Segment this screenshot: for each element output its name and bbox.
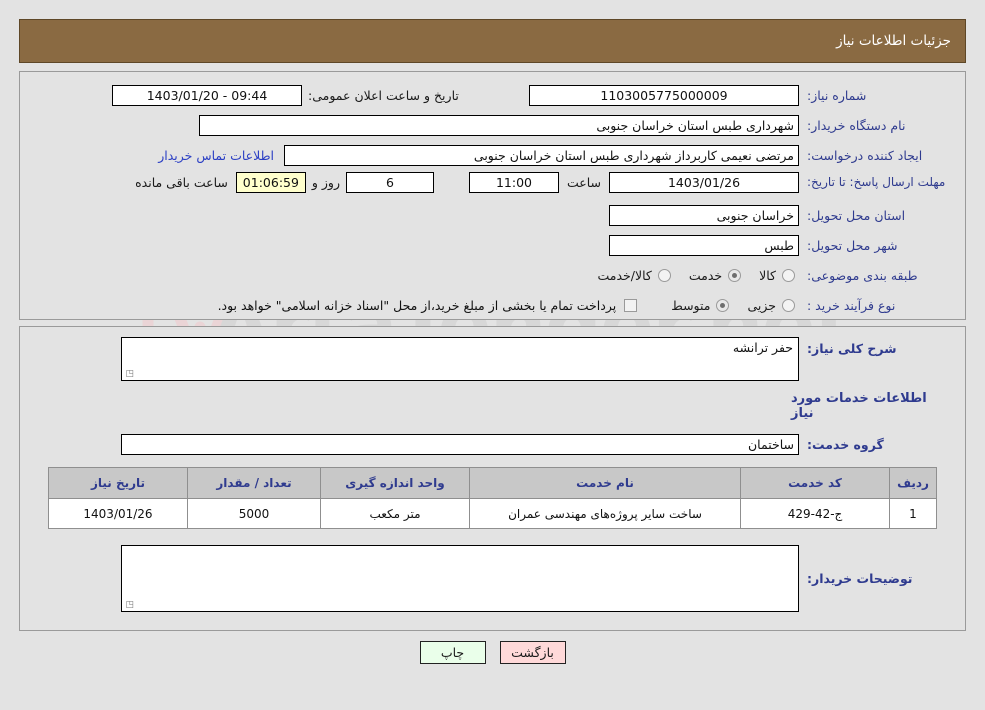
general-desc-label: شرح کلی نیاز:	[807, 341, 897, 356]
buyer-org-label: نام دستگاه خریدار:	[807, 117, 906, 133]
process-option-jozei-label: جزیی	[747, 297, 776, 313]
col-service-name: نام خدمت	[469, 467, 741, 499]
countdown-value: 01:06:59	[235, 172, 306, 193]
need-info-panel: شماره نیاز: 1103005775000009 تاریخ و ساع…	[19, 71, 966, 320]
announce-value: 09:44 - 1403/01/20	[112, 84, 302, 106]
creator-label: ایجاد کننده درخواست:	[807, 147, 923, 163]
deadline-date-value: 1403/01/26	[609, 172, 799, 193]
services-table-head: ردیف کد خدمت نام خدمت واحد اندازه گیری ت…	[48, 467, 937, 499]
table-header-row: ردیف کد خدمت نام خدمت واحد اندازه گیری ت…	[48, 467, 937, 499]
row-service-group: گروه خدمت: ساختمان	[20, 431, 965, 457]
creator-value: مرتضی نعیمی کاربرداز شهرداری طبس استان خ…	[284, 144, 799, 166]
radio-kala-khedmat-icon[interactable]	[657, 268, 671, 282]
radio-jozei-icon[interactable]	[782, 298, 795, 312]
countdown-label: ساعت باقی مانده	[135, 175, 228, 190]
resize-grip-icon-2[interactable]: ◳	[125, 601, 134, 610]
general-desc-value: حفر ترانشه	[732, 340, 793, 355]
row-deadline: مهلت ارسال پاسخ: تا تاریخ: 1403/01/26 سا…	[20, 172, 965, 198]
footer-button-bar: بازگشت چاپ	[0, 641, 985, 664]
row-buyer-notes: توضیحات خریدار: ◳	[20, 545, 965, 612]
row-general-desc: شرح کلی نیاز: حفر ترانشه ◳	[20, 337, 965, 381]
category-option-khedmat-label: خدمت	[688, 267, 723, 283]
col-index: ردیف	[889, 467, 937, 499]
cell-service-code: ج-42-429	[740, 498, 890, 529]
row-province: استان محل تحویل: خراسان جنوبی	[20, 202, 965, 228]
row-buyer-org: نام دستگاه خریدار: شهرداری طبس استان خرا…	[20, 112, 965, 138]
row-need-number: شماره نیاز: 1103005775000009 تاریخ و ساع…	[20, 82, 965, 108]
days-value: 6	[345, 172, 434, 193]
service-group-value: ساختمان	[121, 433, 799, 455]
process-label: نوع فرآیند خرید :	[807, 297, 896, 313]
cell-quantity: 5000	[187, 498, 321, 529]
category-option-kala[interactable]: کالا	[759, 268, 799, 283]
cell-index: 1	[889, 498, 937, 529]
row-creator: ایجاد کننده درخواست: مرتضی نعیمی کاربردا…	[20, 142, 965, 168]
category-option-kala-khedmat-label: کالا/خدمت	[597, 267, 652, 283]
col-need-date: تاریخ نیاز	[48, 467, 188, 499]
buyer-org-value: شهرداری طبس استان خراسان جنوبی	[199, 114, 799, 136]
row-process: نوع فرآیند خرید : جزیی متوسط پرداخت تمام…	[20, 292, 965, 318]
row-category: طبقه بندی موضوعی: کالا خدمت کالا/خدمت	[20, 262, 965, 288]
time-label: ساعت	[566, 175, 601, 190]
process-option-motevaset[interactable]: متوسط	[671, 298, 733, 313]
page-title: جزئیات اطلاعات نیاز	[836, 33, 951, 49]
city-label: شهر محل تحویل:	[807, 237, 898, 253]
province-value: خراسان جنوبی	[609, 204, 799, 226]
services-table-wrapper: ردیف کد خدمت نام خدمت واحد اندازه گیری ت…	[48, 467, 937, 529]
page-title-bar: جزئیات اطلاعات نیاز	[19, 19, 966, 63]
resize-grip-icon[interactable]: ◳	[125, 370, 134, 379]
radio-khedmat-icon[interactable]	[728, 268, 742, 282]
print-button[interactable]: چاپ	[419, 641, 486, 664]
col-service-code: کد خدمت	[740, 467, 890, 499]
process-option-jozei[interactable]: جزیی	[747, 298, 799, 313]
city-value: طبس	[609, 234, 799, 256]
row-services-heading: اطلاعات خدمات مورد نیاز	[20, 391, 965, 421]
buyer-notes-textarea[interactable]: ◳	[121, 545, 799, 612]
back-button[interactable]: بازگشت	[499, 641, 566, 664]
days-label: روز و	[311, 175, 340, 190]
buyer-notes-label: توضیحات خریدار:	[807, 571, 913, 586]
time-value: 11:00	[468, 172, 559, 193]
radio-kala-icon[interactable]	[782, 268, 795, 282]
service-group-label: گروه خدمت:	[807, 436, 884, 452]
category-option-kala-khedmat[interactable]: کالا/خدمت	[597, 268, 674, 283]
need-number-label: شماره نیاز:	[807, 87, 867, 103]
general-desc-textarea[interactable]: حفر ترانشه ◳	[121, 337, 799, 381]
need-number-value: 1103005775000009	[529, 84, 799, 106]
cell-service-name: ساخت سایر پروژه‌های مهندسی عمران	[469, 498, 741, 529]
category-option-kala-label: کالا	[759, 267, 776, 283]
services-table: ردیف کد خدمت نام خدمت واحد اندازه گیری ت…	[48, 467, 937, 529]
services-table-body: 1 ج-42-429 ساخت سایر پروژه‌های مهندسی عم…	[48, 498, 937, 529]
process-option-motevaset-label: متوسط	[671, 297, 711, 313]
row-city: شهر محل تحویل: طبس	[20, 232, 965, 258]
table-row[interactable]: 1 ج-42-429 ساخت سایر پروژه‌های مهندسی عم…	[48, 498, 937, 529]
province-label: استان محل تحویل:	[807, 207, 906, 223]
deadline-label: مهلت ارسال پاسخ: تا تاریخ:	[807, 175, 946, 189]
details-panel: شرح کلی نیاز: حفر ترانشه ◳ اطلاعات خدمات…	[19, 326, 966, 631]
col-quantity: تعداد / مقدار	[187, 467, 321, 499]
treasury-note-label: پرداخت تمام یا بخشی از مبلغ خرید،از محل …	[217, 297, 617, 313]
col-unit: واحد اندازه گیری	[320, 467, 470, 499]
category-option-khedmat[interactable]: خدمت	[689, 268, 745, 283]
announce-label: تاریخ و ساعت اعلان عمومی:	[308, 87, 459, 103]
cell-unit: متر مکعب	[320, 498, 470, 529]
radio-motevaset-icon[interactable]	[716, 298, 730, 312]
category-label: طبقه بندی موضوعی:	[807, 267, 918, 283]
services-heading: اطلاعات خدمات مورد نیاز	[791, 391, 927, 421]
treasury-checkbox[interactable]	[624, 298, 638, 312]
buyer-contact-link[interactable]: اطلاعات تماس خریدار	[158, 148, 274, 163]
cell-need-date: 1403/01/26	[48, 498, 188, 529]
